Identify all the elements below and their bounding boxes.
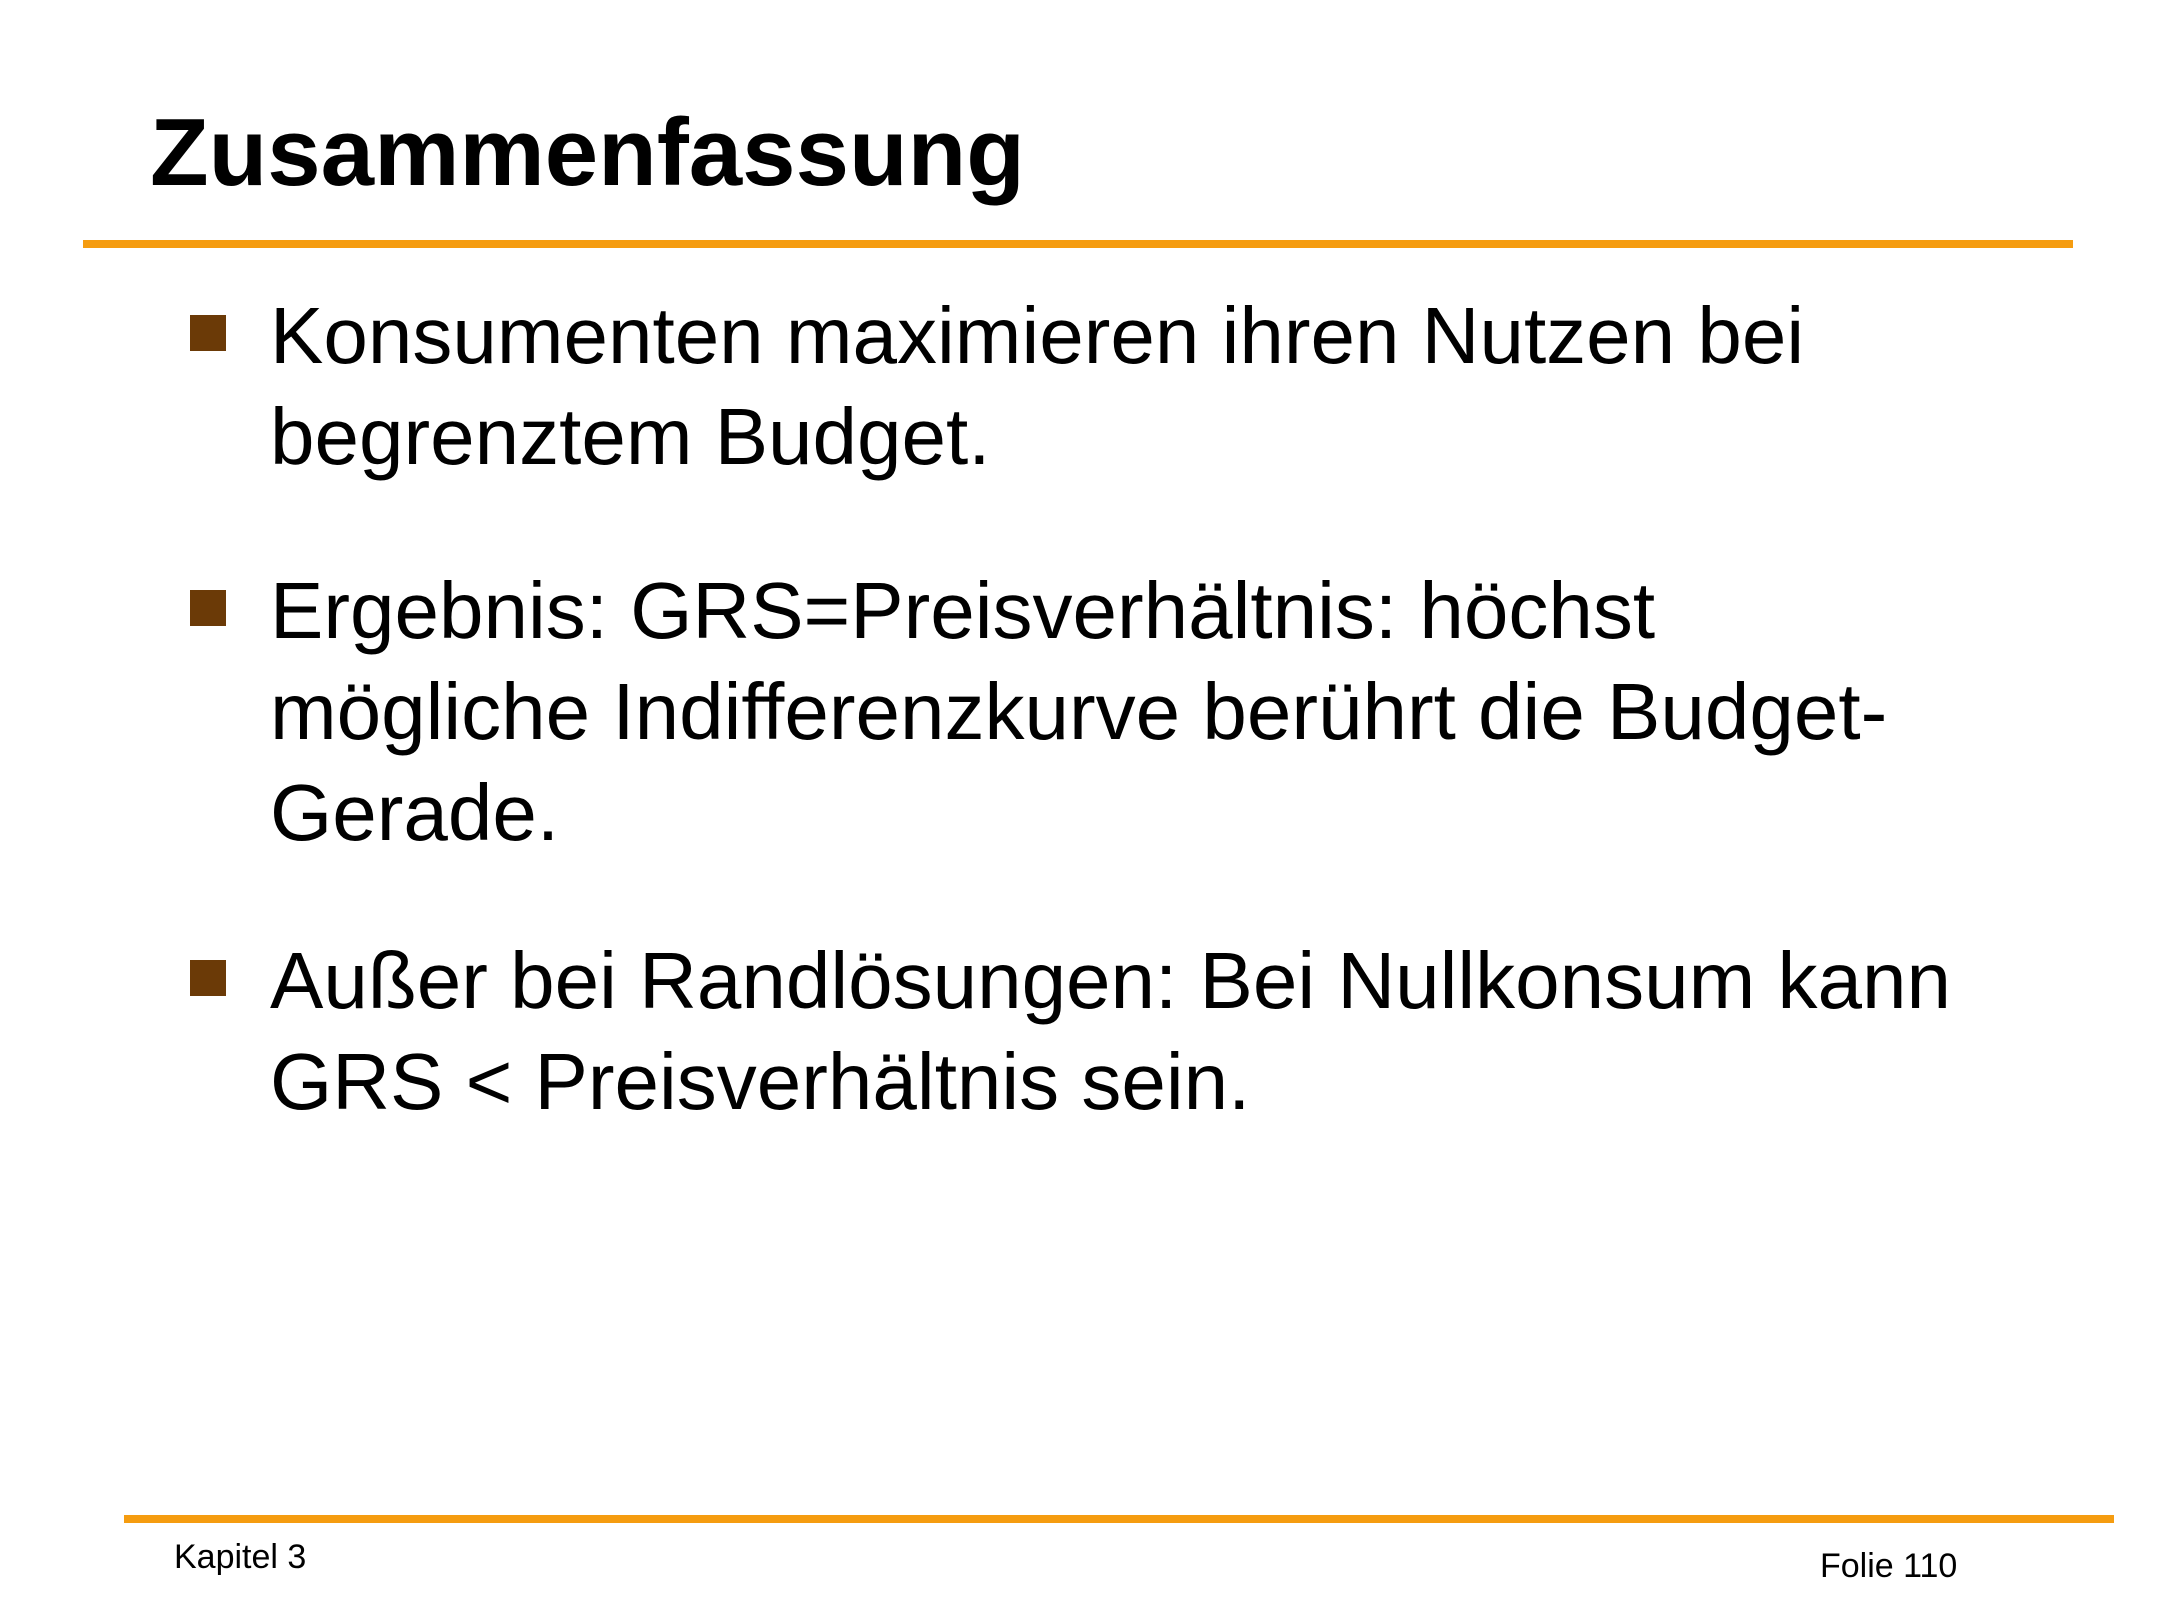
footer-divider <box>124 1515 2114 1523</box>
bullet-line: begrenztem Budget. <box>270 392 991 481</box>
bullet-line: mögliche Indifferenzkurve berührt die Bu… <box>270 667 1888 756</box>
bullet-line: Ergebnis: GRS=Preisverhältnis: höchst <box>270 566 1656 655</box>
footer-chapter: Kapitel 3 <box>174 1538 307 1576</box>
bullet-text: Ergebnis: GRS=Preisverhältnis: höchst mö… <box>270 560 2090 863</box>
bullet-square-icon <box>190 315 226 351</box>
slide: Zusammenfassung Konsumenten maximieren i… <box>0 0 2160 1620</box>
footer-slide-number: Folie 110 <box>1820 1547 1958 1585</box>
slide-title: Zusammenfassung <box>150 99 1025 206</box>
bullet-square-icon <box>190 960 226 996</box>
bullet-square-icon <box>190 590 226 626</box>
bullet-line: GRS < Preisverhältnis sein. <box>270 1037 1251 1126</box>
bullet-text: Konsumenten maximieren ihren Nutzen bei … <box>270 285 2090 487</box>
bullet-line: Gerade. <box>270 768 560 857</box>
bullet-line: Außer bei Randlösungen: Bei Nullkonsum k… <box>270 936 1951 1025</box>
bullet-line: Konsumenten maximieren ihren Nutzen bei <box>270 291 1805 380</box>
title-divider <box>83 240 2073 248</box>
bullet-text: Außer bei Randlösungen: Bei Nullkonsum k… <box>270 930 2090 1132</box>
